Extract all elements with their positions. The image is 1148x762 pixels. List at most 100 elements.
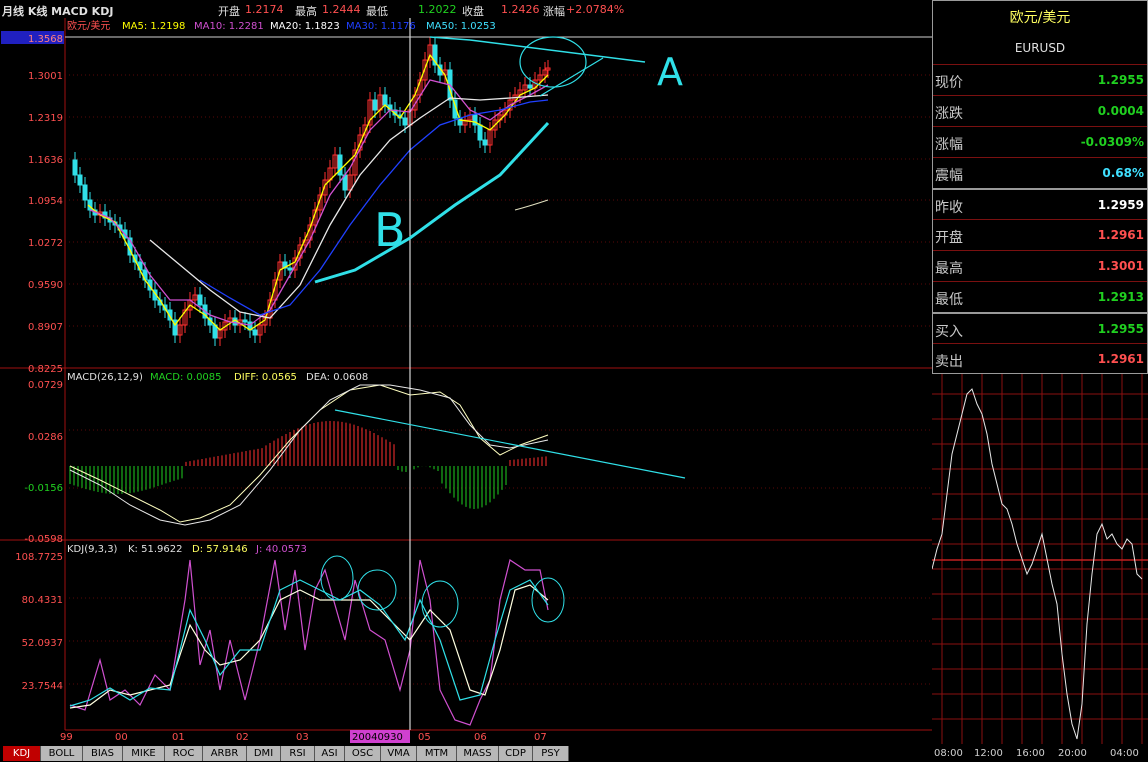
macd-y-tick: -0.0156 [24,483,63,494]
quote-row: 现价 1.2955 [933,64,1147,96]
quote-value: 1.2961 [1097,352,1144,366]
ma50-label: MA50: 1.0253 [426,21,496,32]
quote-label: 涨跌 [935,106,963,122]
tab-roc[interactable]: ROC [165,746,203,761]
main-legend: 欧元/美元 MA5: 1.2198 MA10: 1.2281 MA20: 1.1… [67,19,496,32]
y-tick: 1.0954 [28,196,63,207]
macd-title: MACD(26,12,9) [67,372,143,383]
quote-label: 最高 [935,261,963,277]
intraday-x-tick: 16:00 [1016,748,1045,759]
quote-value: 1.2959 [1097,198,1144,212]
tab-psy[interactable]: PSY [533,746,569,761]
y-tick: 1.1636 [28,155,63,166]
x-tick: 07 [534,732,547,743]
tab-osc[interactable]: OSC [345,746,381,761]
intraday-x-tick: 12:00 [974,748,1003,759]
diff-line [69,384,549,523]
y-tick: 0.8225 [28,364,63,375]
x-tick: 00 [115,732,128,743]
d-line [69,584,549,709]
annotation-b: B [374,203,406,257]
quote-row: 涨跌 0.0004 [933,95,1147,127]
quote-value: 1.2955 [1097,73,1144,87]
candle-body [382,94,388,106]
y-tick: 0.9590 [28,280,63,291]
diff-value: DIFF: 0.0565 [234,372,297,383]
annotation-a: A [657,50,683,94]
quote-row: 昨收 1.2959 [933,188,1147,221]
ma5-line [87,53,549,331]
candle-body [402,117,408,126]
quote-label: 买入 [935,324,963,340]
candle-body [527,84,533,89]
quote-label: 卖出 [935,354,963,370]
candle-body [77,174,83,186]
tab-mtm[interactable]: MTM [417,746,457,761]
ma30-label: MA30: 1.1176 [346,21,416,32]
candle-body [252,329,258,336]
kdj-legend: KDJ(9,3,3) K: 51.9622 D: 57.9146 J: 40.0… [67,544,307,555]
moving-average-lines [87,53,549,331]
kdj-lines [69,559,549,726]
candle-body [372,99,378,111]
quote-label: 震幅 [935,168,963,184]
intraday-chart[interactable]: 08:00 12:00 16:00 20:00 04:00 [932,374,1148,762]
x-tick: 05 [418,732,431,743]
macd-y-axis: 0.0729 0.0286 -0.0156 -0.0598 [24,380,63,545]
x-tick: 02 [236,732,249,743]
macd-value: MACD: 0.0085 [150,372,222,383]
tab-kdj[interactable]: KDJ [3,746,41,761]
tab-mike[interactable]: MIKE [123,746,165,761]
y-tick: 1.2319 [28,113,63,124]
quote-label: 昨收 [935,200,963,216]
quote-panel: 欧元/美元 EURUSD 现价 1.2955 涨跌 0.0004 涨幅 -0.0309% 震… [932,0,1148,374]
kdj-y-tick: 80.4331 [22,595,63,606]
kdj-y-axis: 108.7725 80.4331 52.0937 23.7544 [15,552,63,692]
tab-vma[interactable]: VMA [381,746,417,761]
quote-value: 0.0004 [1097,104,1144,118]
quote-label: 开盘 [935,230,963,246]
tab-asi[interactable]: ASI [315,746,345,761]
quote-label: 最低 [935,292,963,308]
quote-row: 开盘 1.2961 [933,219,1147,251]
x-tick: 03 [296,732,309,743]
j-value: J: 40.0573 [255,544,307,555]
instrument-code: EURUSD [1014,41,1066,55]
intraday-price-line [932,388,1143,740]
intraday-grid [932,374,1148,744]
y-tick: 1.3001 [28,71,63,82]
x-axis-labels: 99 00 01 02 03 05 06 07 [60,732,547,743]
tab-mass[interactable]: MASS [457,746,499,761]
candle-body [287,267,293,271]
dea-value: DEA: 0.0608 [306,372,368,383]
ma10-label: MA10: 1.2281 [194,21,264,32]
quote-value: 1.2955 [1097,322,1144,336]
symbol-label: 欧元/美元 [67,19,110,32]
quote-row: 买入 1.2955 [933,312,1147,345]
tab-arbr[interactable]: ARBR [203,746,247,761]
candle-body [477,124,483,141]
quote-label: 现价 [935,75,963,91]
quote-value: 1.2913 [1097,290,1144,304]
candle-body [82,184,88,201]
kdj-y-tick: 23.7544 [22,681,63,692]
kdj-title: KDJ(9,3,3) [67,544,118,555]
y-tick: 1.0272 [28,238,63,249]
d-value: D: 57.9146 [192,544,248,555]
tab-cdp[interactable]: CDP [499,746,533,761]
tab-boll[interactable]: BOLL [41,746,83,761]
instrument-name: 欧元/美元 [1009,10,1071,26]
quote-value: 0.68% [1102,166,1144,180]
tab-dmi[interactable]: DMI [247,746,281,761]
candle-body [72,159,78,176]
quote-value: -0.0309% [1080,135,1144,149]
candle-body [472,114,478,126]
intraday-x-tick: 20:00 [1058,748,1087,759]
tab-rsi[interactable]: RSI [281,746,315,761]
macd-lines [69,384,549,526]
chart-area[interactable]: A B 欧元/美元 MA5: 1.2198 MA10: 1.2281 MA20:… [0,0,932,745]
indicator-tabs: KDJ BOLL BIAS MIKE ROC ARBR DMI RSI ASI OSC VMA MTM… [0,745,932,762]
tab-bias[interactable]: BIAS [83,746,123,761]
ma5-label: MA5: 1.2198 [122,21,185,32]
quote-value: 1.3001 [1097,259,1144,273]
